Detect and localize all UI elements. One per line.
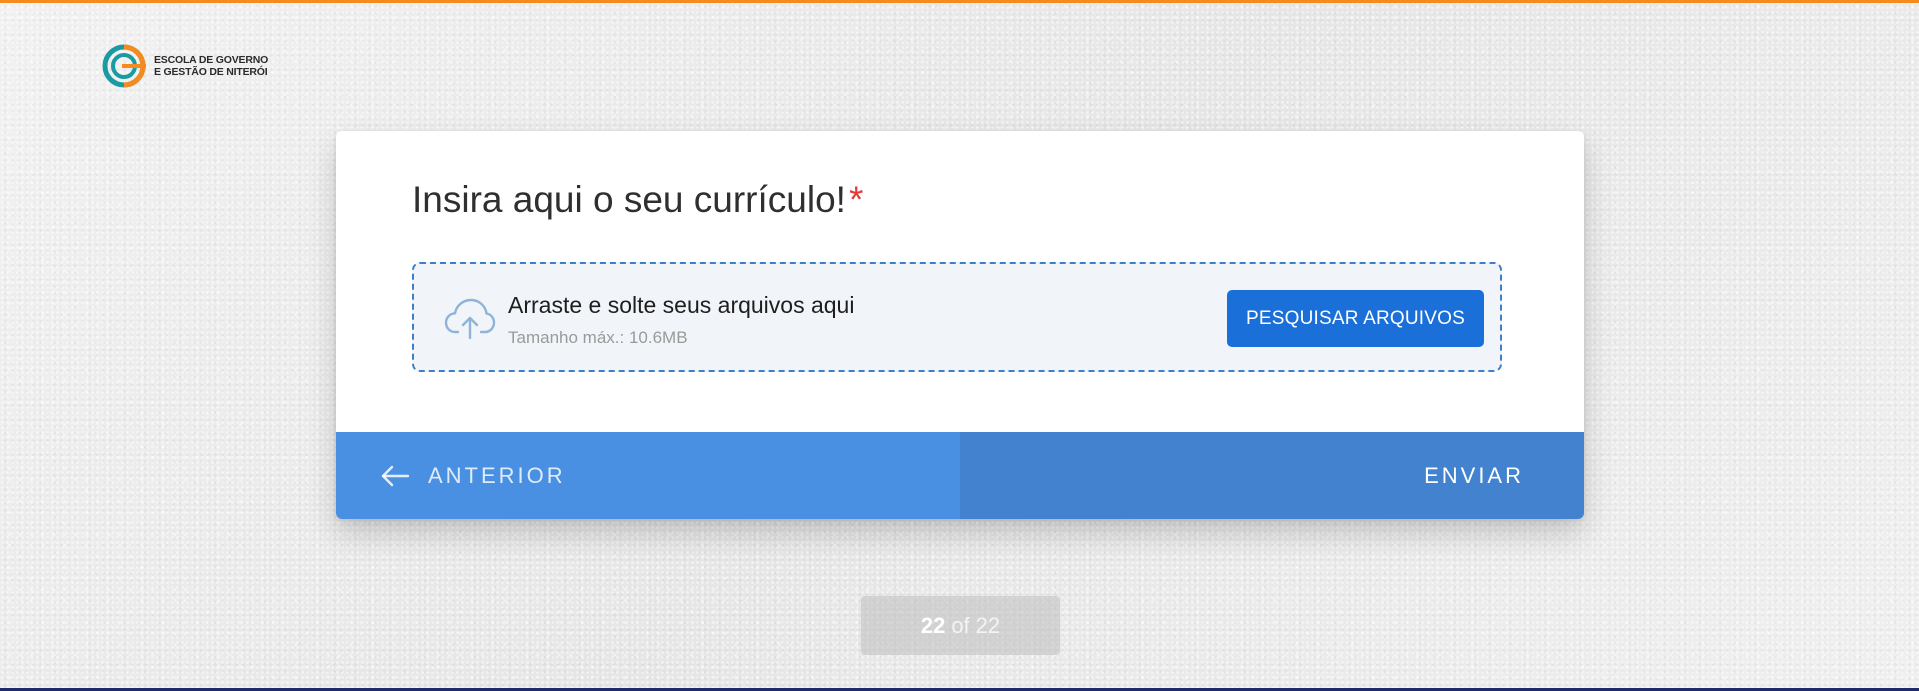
question-card: Insira aqui o seu currículo! * Arraste e… [336,131,1584,519]
previous-label: ANTERIOR [428,462,566,488]
file-dropzone[interactable]: Arraste e solte seus arquivos aqui Taman… [412,262,1502,372]
cloud-upload-icon [444,298,496,340]
max-size-hint: Tamanho máx.: 10.6MB [508,328,688,347]
logo-mark-icon [102,44,146,88]
logo: ESCOLA DE GOVERNO E GESTÃO DE NITERÓI [100,42,268,90]
logo-text: ESCOLA DE GOVERNO E GESTÃO DE NITERÓI [154,54,268,78]
page-total: 22 [975,612,1001,638]
logo-line-1: ESCOLA DE GOVERNO [154,54,269,66]
previous-button[interactable]: ANTERIOR [336,432,960,519]
submit-button[interactable]: ENVIAR [960,432,1584,519]
page-of-label: of [951,612,970,638]
question-title: Insira aqui o seu currículo! * [412,179,863,221]
submit-label: ENVIAR [1424,462,1524,488]
required-mark: * [848,179,864,220]
dropzone-title: Arraste e solte seus arquivos aqui [508,292,855,318]
top-accent-bar [0,0,1919,3]
question-text: Insira aqui o seu currículo! [412,179,846,220]
page-current: 22 [920,612,946,638]
page-counter: 22 of 22 [861,596,1060,655]
browse-files-button[interactable]: PESQUISAR ARQUIVOS [1227,290,1484,347]
arrow-left-icon [381,465,410,486]
navigation-footer: ANTERIOR ENVIAR [336,432,1584,519]
logo-line-2: E GESTÃO DE NITERÓI [154,66,268,78]
